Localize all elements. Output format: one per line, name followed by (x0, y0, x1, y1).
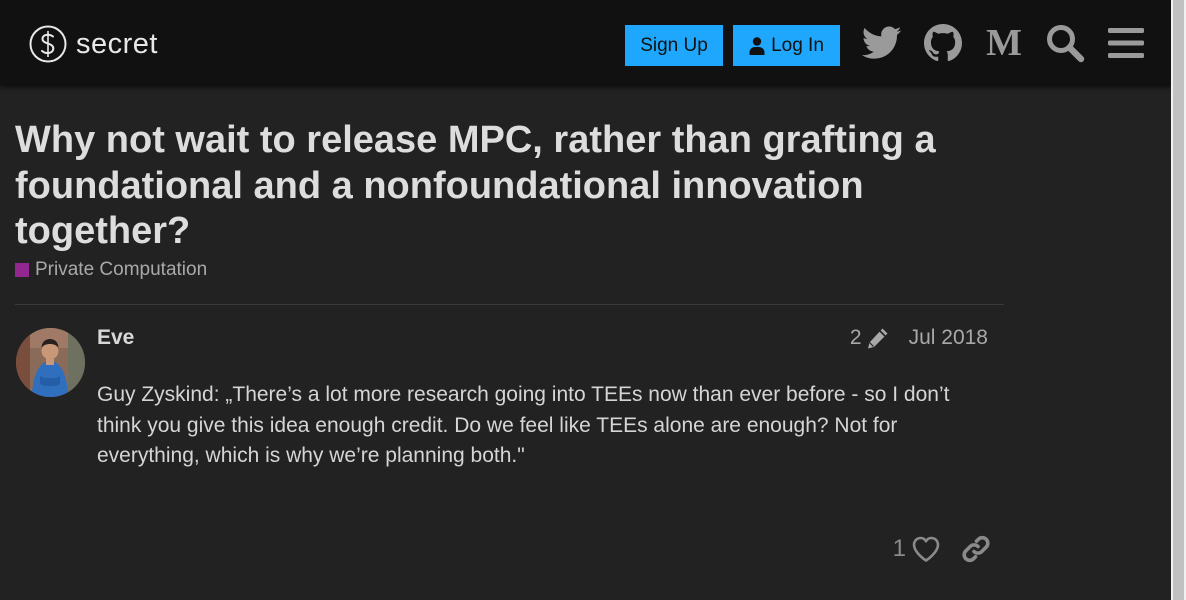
post-date[interactable]: Jul 2018 (909, 326, 988, 350)
github-icon[interactable] (921, 21, 965, 65)
sign-up-button[interactable]: Sign Up (625, 25, 723, 66)
log-in-label: Log In (771, 34, 824, 56)
post-body: Guy Zyskind: „There’s a lot more researc… (97, 383, 950, 467)
site-header: secret Sign Up Log In M (0, 0, 1171, 86)
scrollbar-thumb[interactable] (1173, 0, 1184, 600)
medium-icon[interactable]: M (982, 21, 1026, 65)
user-icon (749, 36, 765, 55)
edit-count: 2 (849, 326, 862, 349)
post-actions: 1 (893, 535, 990, 563)
menu-icon[interactable] (1104, 21, 1148, 65)
post-meta: 2 Jul 2018 (850, 326, 988, 350)
category-badge[interactable]: Private Computation (15, 259, 207, 281)
category-color-swatch (15, 263, 29, 277)
like-count[interactable]: 1 (893, 535, 906, 563)
twitter-icon[interactable] (860, 21, 904, 65)
secret-logo-icon (29, 25, 67, 63)
svg-text:M: M (986, 26, 1022, 60)
topic-title[interactable]: Why not wait to release MPC, rather than… (15, 118, 975, 255)
category-name: Private Computation (35, 259, 208, 280)
pencil-icon (867, 328, 888, 349)
site-logo[interactable]: secret (29, 24, 158, 64)
log-in-button[interactable]: Log In (733, 25, 840, 66)
page-scrollbar[interactable] (1171, 0, 1186, 600)
logo-text: secret (76, 27, 158, 60)
heart-icon[interactable] (912, 536, 940, 562)
link-icon[interactable] (962, 535, 990, 563)
post-username[interactable]: Eve (97, 326, 134, 350)
search-icon[interactable] (1043, 21, 1087, 65)
avatar[interactable] (16, 328, 85, 397)
topic-title-area: Why not wait to release MPC, rather than… (15, 118, 975, 255)
edit-history-button[interactable]: 2 (850, 326, 889, 350)
title-divider (15, 304, 1004, 305)
